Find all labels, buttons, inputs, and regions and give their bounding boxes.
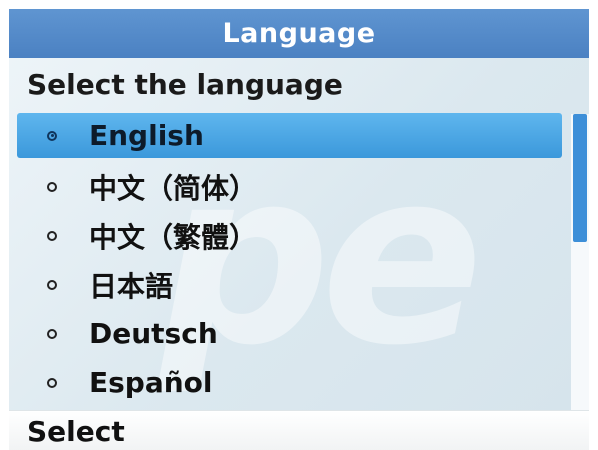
language-label: 中文（简体）	[89, 171, 258, 205]
language-item-chinese-traditional[interactable]: 中文（繁體）	[17, 211, 562, 260]
language-item-japanese[interactable]: 日本語	[17, 260, 562, 309]
radio-icon	[47, 279, 57, 290]
scroll-thumb[interactable]	[573, 114, 587, 242]
content-area: pe Select the language English 中文（简体） 中文…	[9, 58, 589, 410]
scrollbar[interactable]	[571, 114, 589, 410]
title-bar: Language	[9, 9, 589, 58]
language-label: 日本語	[89, 269, 174, 303]
language-screen: Language pe Select the language English …	[9, 9, 589, 450]
language-label: Español	[89, 366, 213, 399]
language-label: English	[89, 119, 204, 152]
language-item-chinese-simplified[interactable]: 中文（简体）	[17, 162, 562, 211]
language-item-spanish[interactable]: Español	[17, 358, 562, 407]
radio-icon	[47, 328, 57, 339]
radio-icon	[47, 377, 57, 388]
radio-selected-icon	[47, 130, 57, 141]
subtitle: Select the language	[27, 68, 343, 101]
language-item-english[interactable]: English	[17, 113, 562, 158]
language-label: Deutsch	[89, 317, 218, 350]
language-label: 中文（繁體）	[89, 220, 258, 254]
language-item-german[interactable]: Deutsch	[17, 309, 562, 358]
radio-icon	[47, 230, 57, 241]
radio-icon	[47, 181, 57, 192]
screen-title: Language	[222, 18, 376, 49]
select-softkey[interactable]: Select	[27, 415, 125, 448]
language-list: English 中文（简体） 中文（繁體） 日本語 Deutsch Españo…	[17, 113, 562, 407]
softkey-bar: Select	[9, 410, 589, 450]
